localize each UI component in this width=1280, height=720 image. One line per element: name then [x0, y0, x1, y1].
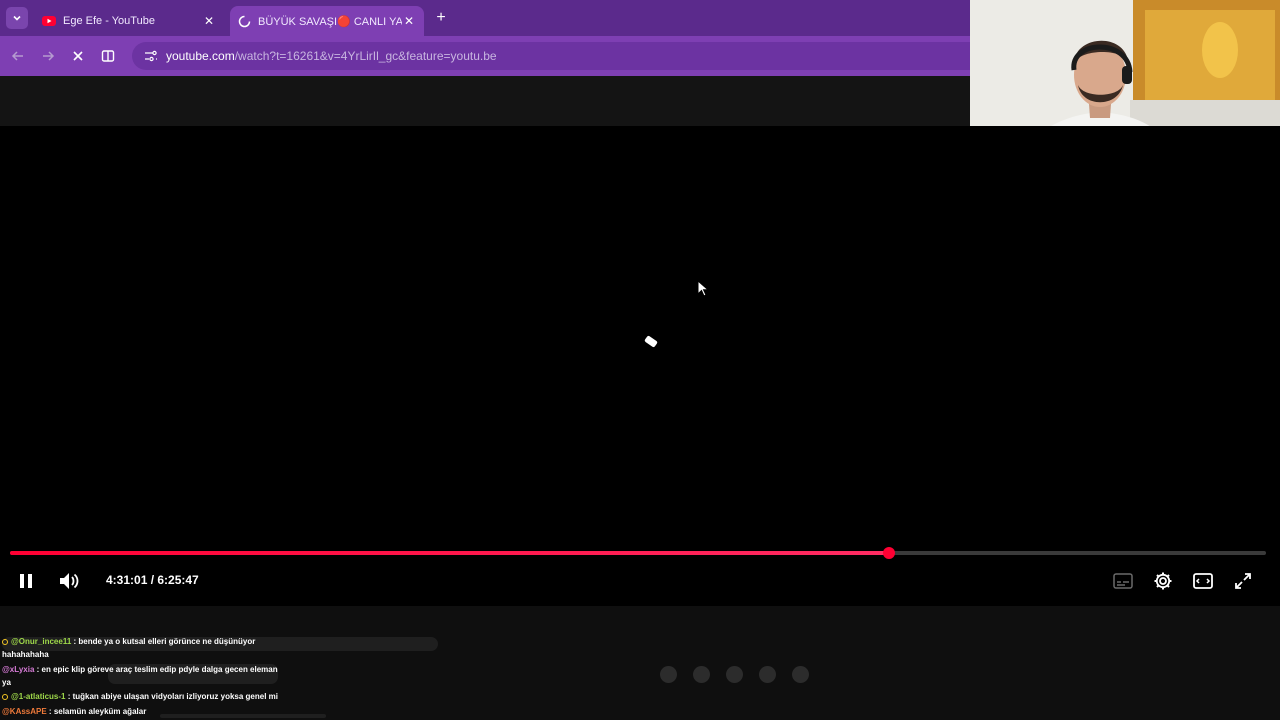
pause-icon [20, 574, 32, 588]
loading-dot [693, 666, 710, 683]
url-text: youtube.com/watch?t=16261&v=4YrLirIl_gc&… [166, 49, 497, 63]
forward-button[interactable] [38, 46, 58, 66]
reading-mode-button[interactable] [98, 46, 118, 66]
settings-button[interactable] [1151, 569, 1175, 593]
loading-spinner-icon [238, 15, 251, 27]
progress-played [10, 551, 890, 555]
chat-username: @xLyxia [2, 665, 35, 674]
subtitles-button[interactable] [1111, 569, 1135, 593]
expand-icon [1235, 573, 1251, 589]
gear-icon [1154, 572, 1172, 590]
new-tab-button[interactable]: + [431, 9, 451, 27]
video-player[interactable] [0, 126, 1280, 606]
loading-dot [660, 666, 677, 683]
chat-text: : tuğkan abiye ulaşan vidyoları izliyoru… [65, 692, 278, 701]
close-icon [73, 51, 83, 61]
mouse-cursor-icon [697, 280, 709, 297]
split-view-icon [101, 50, 115, 62]
time-display: 4:31:01 / 6:25:47 [106, 573, 199, 587]
tab-close-icon[interactable]: ✕ [202, 14, 216, 28]
pause-button[interactable] [14, 569, 38, 593]
url-path: /watch?t=16261&v=4YrLirIl_gc&feature=you… [234, 49, 497, 63]
tab-search-button[interactable] [6, 7, 28, 29]
volume-button[interactable] [58, 569, 82, 593]
arrow-left-icon [11, 51, 23, 61]
chat-message: @Onur_incee11 : bende ya o kutsal elleri… [2, 637, 255, 646]
chat-username: @KAssAPE [2, 707, 47, 716]
chat-message-wrap: ya [2, 678, 11, 687]
site-info-icon[interactable] [138, 50, 164, 62]
loading-dot [759, 666, 776, 683]
chat-bubble [160, 714, 326, 718]
chat-username: @1-atlaticus-1 [11, 692, 66, 701]
loading-dot [726, 666, 743, 683]
back-button[interactable] [8, 46, 28, 66]
chat-badge-icon [2, 638, 8, 645]
chat-badge-icon [2, 693, 8, 700]
youtube-icon [42, 16, 56, 26]
chat-text: : en epic klip göreve araç teslim edip p… [34, 665, 278, 674]
url-host: youtube.com [166, 49, 235, 63]
fullscreen-button[interactable] [1231, 569, 1255, 593]
youtube-masthead [0, 76, 970, 126]
stop-loading-button[interactable] [68, 46, 88, 66]
volume-icon [60, 573, 79, 589]
tab-live-stream[interactable]: BÜYÜK SAVAŞI🔴 CANLI YAYIN ... ✕ [230, 6, 424, 36]
chat-text: : selamün aleyküm ağalar [46, 707, 147, 716]
progress-bar[interactable] [10, 547, 1266, 559]
tab-title: BÜYÜK SAVAŞI🔴 CANLI YAYIN ... [258, 15, 402, 28]
tab-ege-efe-youtube[interactable]: Ege Efe - YouTube ✕ [34, 6, 224, 36]
chevron-down-icon [13, 15, 21, 21]
chat-message-wrap: hahahahaha [2, 650, 49, 659]
tab-strip: Ege Efe - YouTube ✕ BÜYÜK SAVAŞI🔴 CANLI … [0, 0, 970, 36]
tab-title: Ege Efe - YouTube [63, 15, 155, 27]
browser-toolbar: youtube.com/watch?t=16261&v=4YrLirIl_gc&… [0, 36, 970, 76]
tab-close-icon[interactable]: ✕ [402, 14, 416, 28]
arrow-right-icon [43, 51, 55, 61]
captions-icon [1113, 573, 1133, 589]
chat-message: @KAssAPE : selamün aleyküm ağalar [2, 707, 146, 716]
chat-message: @1-atlaticus-1 : tuğkan abiye ulaşan vid… [2, 692, 278, 701]
loading-dot [792, 666, 809, 683]
chat-text: : bende ya o kutsal elleri görünce ne dü… [71, 637, 256, 646]
theater-mode-button[interactable] [1191, 569, 1215, 593]
chat-username: @Onur_incee11 [11, 637, 72, 646]
theater-icon [1193, 573, 1213, 589]
chat-overlay [0, 606, 1280, 720]
chat-message: @xLyxia : en epic klip göreve araç tesli… [2, 665, 278, 674]
address-bar[interactable]: youtube.com/watch?t=16261&v=4YrLirIl_gc&… [132, 42, 970, 70]
